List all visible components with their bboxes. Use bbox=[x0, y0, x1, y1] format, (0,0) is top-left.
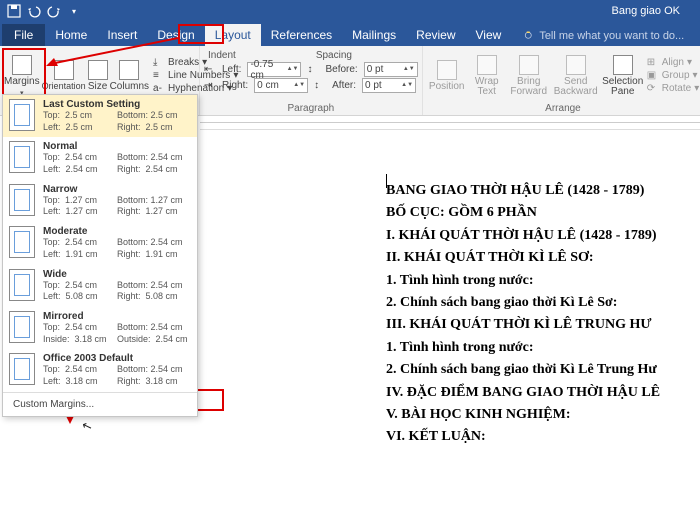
columns-icon bbox=[119, 60, 139, 80]
group-arrange: Position Wrap Text Bring Forward Send Ba… bbox=[423, 46, 700, 115]
group-icon: ▣ bbox=[647, 70, 659, 82]
hyphenation-icon: a- bbox=[153, 83, 165, 95]
group-label-arrange: Arrange bbox=[427, 103, 700, 115]
save-icon[interactable] bbox=[6, 3, 22, 19]
horizontal-ruler[interactable] bbox=[200, 116, 700, 130]
document-line[interactable]: II. KHÁI QUÁT THỜI KÌ LÊ SƠ: bbox=[386, 247, 700, 269]
document-line[interactable]: VI. KẾT LUẬN: bbox=[386, 426, 700, 448]
tell-me-search[interactable]: Tell me what you want to do... bbox=[523, 30, 684, 46]
spacing-before-icon: ↕ bbox=[307, 64, 319, 76]
margins-preset-icon bbox=[9, 226, 35, 258]
rotate-button[interactable]: ⟳Rotate ▾ bbox=[647, 83, 700, 95]
document-line[interactable]: BỐ CỤC: GỒM 6 PHẦN bbox=[386, 202, 700, 224]
breaks-icon: ⤓ bbox=[153, 57, 165, 69]
tab-design[interactable]: Design bbox=[147, 24, 204, 46]
group-label-paragraph: Paragraph bbox=[204, 103, 418, 115]
wrap-icon bbox=[477, 55, 497, 75]
text-cursor bbox=[386, 174, 387, 188]
margins-preset-wide[interactable]: WideTop: 2.54 cmBottom: 2.54 cmLeft: 5.0… bbox=[3, 265, 197, 307]
group-paragraph: Indent Spacing ⇤ Left: -0.75 cm▲▼ ↕ Befo… bbox=[200, 46, 423, 115]
orientation-icon bbox=[54, 60, 74, 80]
indent-left-icon: ⇤ bbox=[204, 64, 216, 76]
margins-preset-icon bbox=[9, 141, 35, 173]
tab-insert[interactable]: Insert bbox=[97, 24, 147, 46]
margins-preset-icon bbox=[9, 269, 35, 301]
spacing-before-input[interactable]: 0 pt▲▼ bbox=[364, 62, 418, 77]
send-backward-button[interactable]: Send Backward bbox=[553, 48, 599, 103]
tab-review[interactable]: Review bbox=[406, 24, 465, 46]
margins-preset-icon bbox=[9, 353, 35, 385]
mouse-cursor-icon: ↖ bbox=[80, 418, 94, 435]
undo-icon[interactable] bbox=[26, 3, 42, 19]
tab-references[interactable]: References bbox=[261, 24, 342, 46]
document-page: BANG GIAO THỜI HẬU LÊ (1428 - 1789)BỐ CỤ… bbox=[320, 132, 700, 507]
spacing-after-input[interactable]: 0 pt▲▼ bbox=[362, 78, 416, 93]
tab-mailings[interactable]: Mailings bbox=[342, 24, 406, 46]
indent-right-icon: ⇥ bbox=[204, 80, 216, 92]
spacing-header: Spacing bbox=[316, 50, 352, 61]
send-backward-icon bbox=[566, 55, 586, 75]
spacing-after-icon: ↕ bbox=[314, 80, 326, 92]
margins-icon bbox=[12, 55, 32, 75]
document-title: Bang giao OK bbox=[612, 5, 681, 17]
indent-header: Indent bbox=[208, 50, 236, 61]
redo-icon[interactable] bbox=[46, 3, 62, 19]
document-line[interactable]: 2. Chính sách bang giao thời Kì Lê Sơ: bbox=[386, 292, 700, 314]
tab-home[interactable]: Home bbox=[45, 24, 97, 46]
group-button[interactable]: ▣Group ▾ bbox=[647, 70, 700, 82]
bring-forward-button[interactable]: Bring Forward bbox=[507, 48, 551, 103]
document-line[interactable]: 1. Tình hình trong nước: bbox=[386, 270, 700, 292]
document-line[interactable]: BANG GIAO THỜI HẬU LÊ (1428 - 1789) bbox=[386, 180, 700, 202]
line-numbers-icon: ≡ bbox=[153, 70, 165, 82]
align-icon: ⊞ bbox=[647, 57, 659, 69]
size-icon bbox=[88, 60, 108, 80]
title-bar: ▾ Bang giao OK bbox=[0, 0, 700, 22]
document-line[interactable]: V. BÀI HỌC KINH NGHIỆM: bbox=[386, 404, 700, 426]
indent-left-input[interactable]: -0.75 cm▲▼ bbox=[247, 62, 301, 77]
bring-forward-icon bbox=[519, 55, 539, 75]
document-line[interactable]: 2. Chính sách bang giao thời Kì Lê Trung… bbox=[386, 359, 700, 381]
margins-preset-last-custom-setting[interactable]: Last Custom SettingTop: 2.5 cmBottom: 2.… bbox=[3, 95, 197, 137]
margins-preset-icon bbox=[9, 311, 35, 343]
document-line[interactable]: III. KHÁI QUÁT THỜI KÌ LÊ TRUNG HƯ bbox=[386, 314, 700, 336]
indent-right-input[interactable]: 0 cm▲▼ bbox=[254, 78, 308, 93]
document-line[interactable]: 1. Tình hình trong nước: bbox=[386, 337, 700, 359]
wrap-text-button[interactable]: Wrap Text bbox=[469, 48, 505, 103]
document-line[interactable]: IV. ĐẶC ĐIỂM BANG GIAO THỜI HẬU LÊ bbox=[386, 382, 700, 404]
margins-preset-office-2003-default[interactable]: Office 2003 DefaultTop: 2.54 cmBottom: 2… bbox=[3, 349, 197, 391]
margins-preset-normal[interactable]: NormalTop: 2.54 cmBottom: 2.54 cmLeft: 2… bbox=[3, 137, 197, 179]
selection-pane-button[interactable]: Selection Pane bbox=[601, 48, 645, 103]
tab-view[interactable]: View bbox=[466, 24, 512, 46]
align-button[interactable]: ⊞Align ▾ bbox=[647, 57, 700, 69]
qat-more-icon[interactable]: ▾ bbox=[66, 3, 82, 19]
custom-margins-button[interactable]: Custom Margins... bbox=[3, 392, 197, 416]
margins-preset-icon bbox=[9, 184, 35, 216]
margins-dropdown: Last Custom SettingTop: 2.5 cmBottom: 2.… bbox=[2, 94, 198, 417]
selection-pane-icon bbox=[613, 55, 633, 75]
tab-file[interactable]: File bbox=[2, 24, 45, 46]
margins-preset-mirrored[interactable]: MirroredTop: 2.54 cmBottom: 2.54 cmInsid… bbox=[3, 307, 197, 349]
rotate-icon: ⟳ bbox=[647, 83, 659, 95]
margins-preset-icon bbox=[9, 99, 35, 131]
ribbon-tabs: File Home Insert Design Layout Reference… bbox=[0, 22, 700, 46]
tab-layout[interactable]: Layout bbox=[205, 24, 261, 46]
margins-preset-narrow[interactable]: NarrowTop: 1.27 cmBottom: 1.27 cmLeft: 1… bbox=[3, 180, 197, 222]
position-icon bbox=[437, 60, 457, 80]
document-line[interactable]: I. KHÁI QUÁT THỜI HẬU LÊ (1428 - 1789) bbox=[386, 225, 700, 247]
position-button[interactable]: Position bbox=[427, 48, 467, 103]
margins-preset-moderate[interactable]: ModerateTop: 2.54 cmBottom: 2.54 cmLeft:… bbox=[3, 222, 197, 264]
tell-me-label: Tell me what you want to do... bbox=[539, 30, 684, 42]
